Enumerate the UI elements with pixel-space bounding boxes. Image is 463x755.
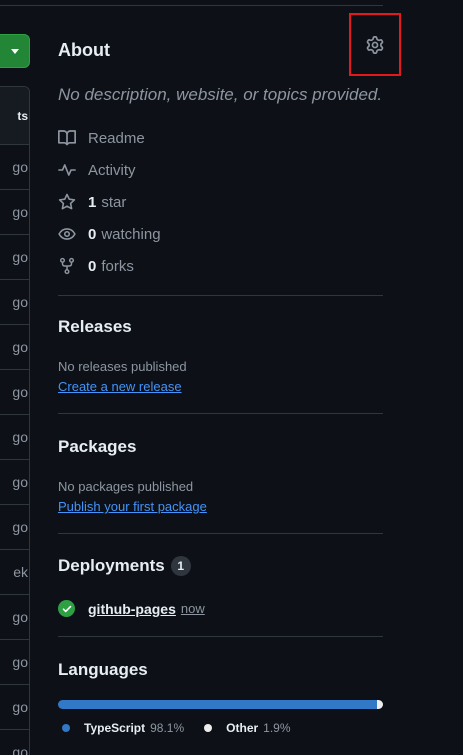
languages-bar — [58, 700, 383, 709]
divider — [58, 533, 383, 534]
stars-link[interactable]: 1 star — [58, 192, 126, 212]
about-settings-button[interactable] — [349, 13, 401, 76]
file-row[interactable]: go — [0, 415, 29, 460]
file-list: ts go go go go go go go go go ek go go go go — [0, 86, 30, 755]
language-color-dot — [62, 724, 70, 732]
file-row-age: ek — [13, 564, 28, 580]
caret-down-icon — [11, 48, 19, 54]
repo-description: No description, website, or topics provi… — [58, 85, 383, 104]
language-name: Other — [226, 721, 259, 735]
readme-label: Readme — [88, 129, 145, 147]
languages-heading: Languages — [58, 660, 148, 679]
file-row[interactable]: go — [0, 235, 29, 280]
create-release-link[interactable]: Create a new release — [58, 379, 182, 394]
language-bar-segment[interactable] — [58, 700, 377, 709]
forks-link[interactable]: 0 forks — [58, 256, 134, 276]
no-releases-text: No releases published — [58, 359, 187, 374]
file-row-age: go — [12, 519, 28, 535]
divider — [58, 295, 383, 296]
file-row[interactable]: go — [0, 640, 29, 685]
deployment-time[interactable]: now — [181, 601, 205, 616]
stars-count: 1 — [88, 193, 97, 211]
forks-label: forks — [101, 257, 134, 275]
file-row-age: go — [12, 699, 28, 715]
file-row-age: go — [12, 294, 28, 310]
file-row[interactable]: go — [0, 460, 29, 505]
file-row-age: go — [12, 384, 28, 400]
file-row-age: go — [12, 429, 28, 445]
file-row[interactable]: go — [0, 730, 29, 755]
gear-icon — [366, 35, 384, 54]
readme-link[interactable]: Readme — [58, 128, 145, 148]
code-dropdown-button[interactable] — [0, 34, 30, 68]
file-row[interactable]: go — [0, 145, 29, 190]
divider — [58, 636, 383, 637]
file-row[interactable]: go — [0, 505, 29, 550]
watchers-link[interactable]: 0 watching — [58, 224, 161, 244]
languages-legend: TypeScript 98.1% Other 1.9% — [62, 721, 311, 735]
file-row[interactable]: go — [0, 370, 29, 415]
fork-icon — [59, 257, 75, 275]
file-list-header-text: ts — [17, 108, 28, 123]
stars-label: star — [101, 193, 127, 211]
packages-heading[interactable]: Packages — [58, 437, 136, 457]
language-item[interactable]: TypeScript 98.1% — [62, 721, 184, 735]
watching-label: watching — [101, 225, 161, 243]
activity-link[interactable]: Activity — [58, 160, 136, 180]
file-row-age: go — [12, 609, 28, 625]
no-packages-text: No packages published — [58, 479, 194, 494]
deployment-item: github-pages now — [58, 600, 205, 617]
pulse-icon — [58, 164, 76, 176]
file-row-age: go — [12, 204, 28, 220]
language-color-dot — [204, 724, 213, 732]
deployments-heading[interactable]: Deployments 1 — [58, 556, 191, 576]
deployment-name-link[interactable]: github-pages — [88, 601, 176, 617]
about-heading: About — [58, 40, 110, 60]
file-row[interactable]: go — [0, 280, 29, 325]
file-row-age: go — [12, 654, 28, 670]
language-item[interactable]: Other 1.9% — [204, 721, 291, 735]
deployments-count-badge: 1 — [170, 556, 191, 576]
divider — [58, 413, 383, 414]
file-row-age: go — [12, 159, 28, 175]
check-circle-icon — [58, 600, 75, 617]
watching-count: 0 — [88, 225, 97, 243]
top-divider — [0, 5, 383, 6]
forks-count: 0 — [88, 257, 97, 275]
repo-sidebar-page: ts go go go go go go go go go ek go go go go About No… — [0, 0, 463, 755]
file-row-age: go — [12, 474, 28, 490]
file-row[interactable]: go — [0, 685, 29, 730]
file-row[interactable]: go — [0, 190, 29, 235]
activity-label: Activity — [88, 161, 136, 179]
star-icon — [58, 193, 76, 210]
language-percent: 98.1% — [150, 721, 185, 735]
language-bar-segment[interactable] — [376, 700, 383, 709]
file-row[interactable]: go — [0, 325, 29, 370]
file-row-age: go — [12, 744, 28, 755]
file-row[interactable]: go — [0, 595, 29, 640]
book-icon — [58, 130, 76, 146]
language-name: TypeScript — [84, 721, 146, 735]
releases-heading[interactable]: Releases — [58, 317, 132, 337]
eye-icon — [58, 228, 76, 240]
file-row-age: go — [12, 339, 28, 355]
file-row[interactable]: ek — [0, 550, 29, 595]
language-percent: 1.9% — [263, 721, 291, 735]
deployments-title: Deployments — [58, 556, 165, 575]
file-row-age: go — [12, 249, 28, 265]
publish-package-link[interactable]: Publish your first package — [58, 499, 207, 514]
file-list-header: ts — [0, 87, 29, 145]
